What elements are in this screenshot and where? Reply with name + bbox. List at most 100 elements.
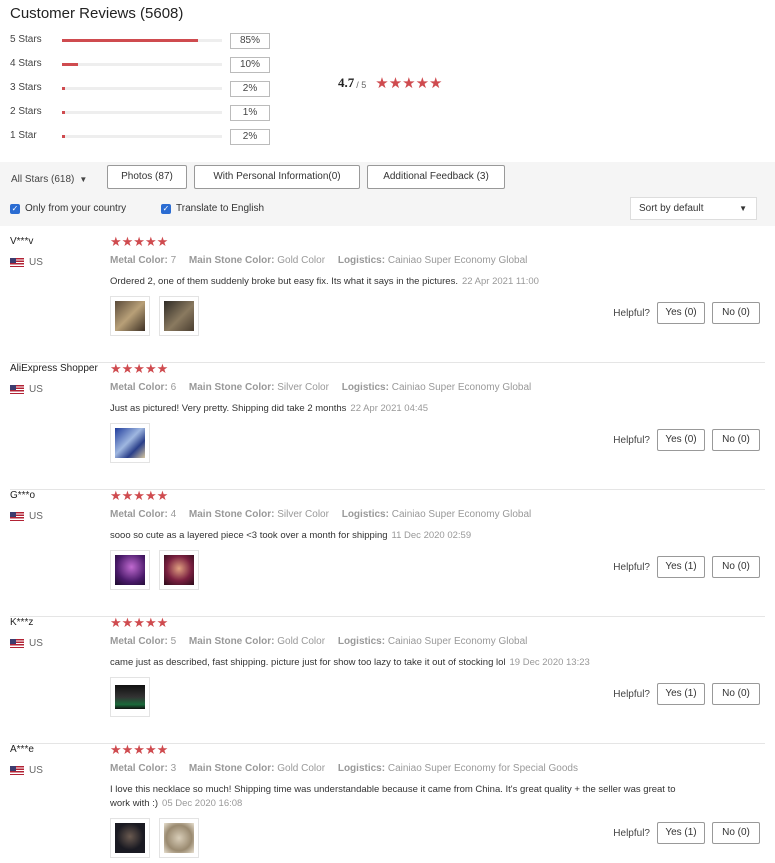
rating-label: 3 Stars (10, 82, 42, 93)
rating-percent: 2% (230, 129, 270, 145)
review-date: 19 Dec 2020 13:23 (509, 657, 590, 668)
review-text: I love this necklace so much! Shipping t… (110, 783, 680, 811)
review-body: sooo so cute as a layered piece <3 took … (110, 530, 388, 541)
photos-filter-button[interactable]: Photos (87) (107, 165, 187, 189)
stone-color-value: Silver Color (277, 509, 329, 520)
review-body: Just as pictured! Very pretty. Shipping … (110, 403, 347, 414)
rating-label: 2 Stars (10, 106, 42, 117)
review-body: came just as described, fast shipping. p… (110, 657, 506, 668)
rating-bar-fill (62, 87, 66, 90)
review-item: K***z US ★★★★★ Metal Color: 5 Main Stone… (10, 615, 765, 744)
us-flag-icon (10, 766, 24, 775)
helpful-yes-button[interactable]: Yes (1) (657, 683, 705, 705)
reviewer-country: US (10, 638, 43, 649)
average-score: 4.7 (338, 75, 355, 90)
helpful-yes-button[interactable]: Yes (1) (657, 556, 705, 578)
review-date: 22 Apr 2021 11:00 (461, 276, 539, 287)
rating-percent: 1% (230, 105, 270, 121)
review-text: sooo so cute as a layered piece <3 took … (110, 529, 680, 543)
helpful-label: Helpful? (613, 307, 650, 319)
review-photo[interactable] (159, 818, 199, 858)
stone-color-label: Main Stone Color: (188, 763, 275, 774)
stone-color-label: Main Stone Color: (188, 382, 275, 393)
helpful-controls: Helpful? Yes (1) No (0) (613, 822, 760, 844)
stone-color-value: Gold Color (277, 636, 326, 647)
rating-row-3[interactable]: 3 Stars 2% (10, 81, 280, 97)
logistics-label: Logistics: (337, 636, 386, 647)
helpful-label: Helpful? (613, 688, 650, 700)
all-stars-dropdown[interactable]: All Stars (618) ▼ (11, 174, 87, 185)
logistics-value: Cainiao Super Economy Global (387, 636, 528, 647)
review-attributes: Metal Color: 7 Main Stone Color: Gold Co… (110, 255, 527, 266)
logistics-label: Logistics: (337, 763, 386, 774)
us-flag-icon (10, 639, 24, 648)
review-photo[interactable] (110, 423, 150, 463)
reviewer-name: G***o (10, 490, 36, 501)
helpful-no-button[interactable]: No (0) (712, 302, 760, 324)
helpful-yes-button[interactable]: Yes (1) (657, 822, 705, 844)
helpful-label: Helpful? (613, 434, 650, 446)
helpful-no-button[interactable]: No (0) (712, 683, 760, 705)
helpful-yes-button[interactable]: Yes (0) (657, 302, 705, 324)
helpful-controls: Helpful? Yes (0) No (0) (613, 429, 760, 451)
metal-color-value: 7 (170, 255, 177, 266)
helpful-no-button[interactable]: No (0) (712, 822, 760, 844)
review-attributes: Metal Color: 6 Main Stone Color: Silver … (110, 382, 531, 393)
review-date: 11 Dec 2020 02:59 (391, 530, 472, 541)
stone-color-label: Main Stone Color: (188, 255, 275, 266)
review-stars-icon: ★★★★★ (110, 742, 169, 757)
filter-bar: All Stars (618) ▼ Photos (87) With Person… (0, 162, 775, 226)
translate-checkbox[interactable]: ✓ Translate to English (161, 203, 264, 214)
review-text: came just as described, fast shipping. p… (110, 656, 680, 670)
stone-color-value: Gold Color (277, 763, 326, 774)
sort-label: Sort by default (639, 203, 704, 214)
helpful-no-button[interactable]: No (0) (712, 556, 760, 578)
rating-bar (62, 39, 222, 42)
review-photo[interactable] (110, 677, 150, 717)
metal-color-value: 3 (170, 763, 177, 774)
helpful-yes-button[interactable]: Yes (0) (657, 429, 705, 451)
country-code: US (29, 638, 43, 649)
reviewer-country: US (10, 765, 43, 776)
review-photos (110, 296, 199, 336)
rating-label: 5 Stars (10, 34, 42, 45)
rating-bar-fill (62, 39, 198, 42)
only-country-checkbox[interactable]: ✓ Only from your country (10, 203, 126, 214)
chevron-down-icon: ▼ (79, 175, 88, 184)
rating-row-4[interactable]: 4 Stars 10% (10, 57, 280, 73)
review-stars-icon: ★★★★★ (110, 361, 169, 376)
review-photo[interactable] (110, 818, 150, 858)
helpful-controls: Helpful? Yes (1) No (0) (613, 683, 760, 705)
only-country-label: Only from your country (25, 203, 127, 214)
review-photo[interactable] (159, 550, 199, 590)
us-flag-icon (10, 258, 24, 267)
review-photo[interactable] (110, 296, 150, 336)
review-photo[interactable] (159, 296, 199, 336)
review-stars-icon: ★★★★★ (110, 234, 169, 249)
average-rating: 4.7 / 5 ★★★★★ (338, 74, 443, 92)
additional-feedback-filter-button[interactable]: Additional Feedback (3) (367, 165, 505, 189)
review-body: Ordered 2, one of them suddenly broke bu… (110, 276, 458, 287)
rating-row-5[interactable]: 5 Stars 85% (10, 33, 280, 49)
rating-row-2[interactable]: 2 Stars 1% (10, 105, 280, 121)
personal-info-filter-button[interactable]: With Personal Information(0) (194, 165, 360, 189)
helpful-no-button[interactable]: No (0) (712, 429, 760, 451)
country-code: US (29, 765, 43, 776)
country-code: US (29, 257, 43, 268)
logistics-value: Cainiao Super Economy Global (387, 255, 528, 266)
metal-color-label: Metal Color: (110, 636, 168, 647)
rating-bar (62, 87, 222, 90)
stone-color-value: Gold Color (277, 255, 326, 266)
review-text: Ordered 2, one of them suddenly broke bu… (110, 275, 680, 289)
logistics-value: Cainiao Super Economy for Special Goods (387, 763, 578, 774)
review-date: 05 Dec 2020 16:08 (162, 798, 243, 809)
sort-dropdown[interactable]: Sort by default ▼ (630, 197, 757, 220)
metal-color-label: Metal Color: (110, 509, 168, 520)
chevron-down-icon: ▼ (739, 204, 747, 213)
rating-bar-fill (62, 135, 66, 138)
reviewer-country: US (10, 511, 43, 522)
reviewer-name: AliExpress Shopper (10, 363, 98, 374)
reviewer-name: A***e (10, 744, 34, 755)
rating-row-1[interactable]: 1 Star 2% (10, 129, 280, 145)
review-photo[interactable] (110, 550, 150, 590)
